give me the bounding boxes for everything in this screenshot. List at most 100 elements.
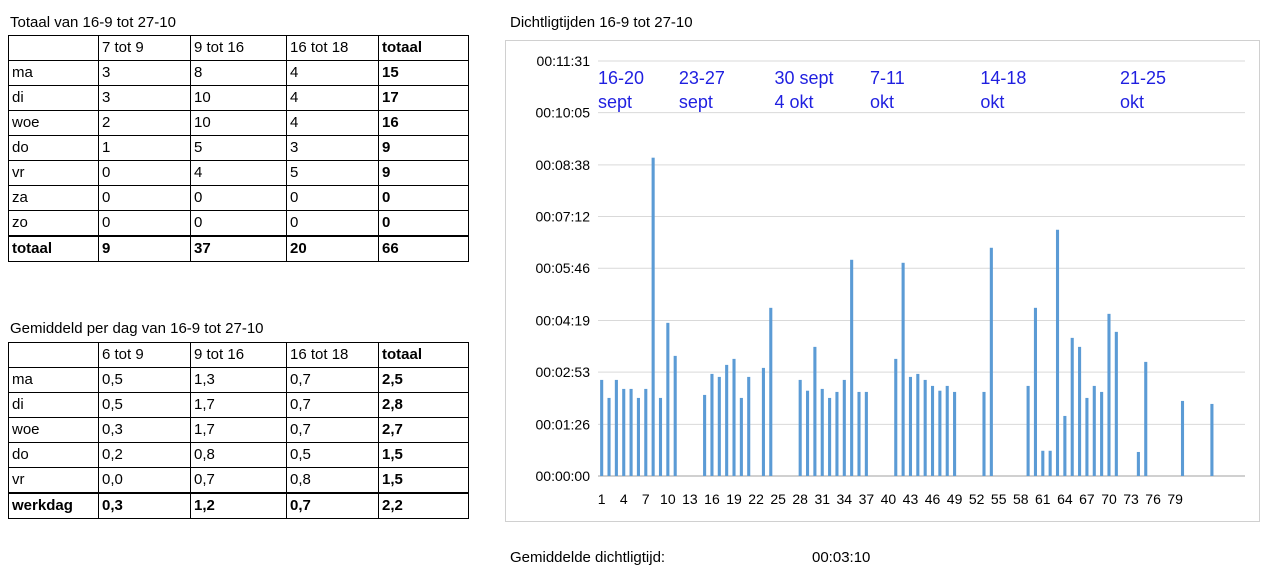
- bar: [908, 376, 913, 476]
- table1-cell: 4: [190, 160, 287, 186]
- week-annotation-line2: sept: [598, 92, 632, 112]
- table1-cell: 0: [190, 210, 287, 237]
- table1-cell: 10: [190, 85, 287, 111]
- x-tick-label: 25: [770, 491, 786, 507]
- table1-cell: 0: [378, 185, 469, 211]
- bar: [945, 385, 949, 476]
- bar: [938, 390, 942, 476]
- bar: [930, 385, 935, 476]
- table2-title: Gemiddeld per dag van 16-9 tot 27-10: [10, 320, 264, 337]
- table1-cell: vr: [8, 160, 99, 186]
- table1-cell: 5: [190, 135, 287, 161]
- x-tick-label: 34: [837, 491, 853, 507]
- table1-cell: totaal: [8, 235, 99, 262]
- week-annotation-line1: 7-11: [870, 68, 905, 88]
- bar: [717, 376, 721, 476]
- total-row: totaal 9 37 20 66: [8, 235, 469, 262]
- x-tick-label: 43: [903, 491, 919, 507]
- totals-table: 7 tot 99 tot 16 16 tot 18 totaal ma 3 8 4 15 di 3…: [8, 35, 469, 262]
- table1-cell: 3: [98, 60, 191, 86]
- table1-cell: 8: [190, 60, 287, 86]
- table1-cell: ma: [8, 60, 99, 86]
- table1-cell: 10: [190, 110, 287, 136]
- table2-cell: 1,5: [378, 467, 469, 494]
- x-tick-label: 52: [969, 491, 985, 507]
- table1-cell: 0: [286, 210, 379, 237]
- table1-cell: 9: [378, 135, 469, 161]
- x-tick-label: 13: [682, 491, 698, 507]
- bar: [842, 379, 846, 476]
- table1-cell: 1: [98, 135, 191, 161]
- table1-cell: 0: [98, 210, 191, 237]
- table1-cell: 2: [98, 110, 191, 136]
- bar: [769, 307, 773, 476]
- table2-cell: 2,7: [378, 417, 469, 443]
- table2-cell: di: [8, 392, 99, 418]
- table1-cell: 17: [378, 85, 469, 111]
- table-row: do 1 5 3 9: [8, 135, 469, 161]
- x-tick-label: 31: [814, 491, 830, 507]
- table1-cell: za: [8, 185, 99, 211]
- table2-cell: 0,3: [98, 492, 191, 519]
- bar: [901, 262, 905, 476]
- x-tick-label: 73: [1123, 491, 1139, 507]
- week-annotation-line1: 21-25: [1120, 68, 1166, 88]
- bar: [1136, 451, 1140, 476]
- week-annotation-line1: 30 sept: [774, 68, 833, 88]
- dichtligtijden-chart: 00:00:00 00:01:26 00:02:53 00:04:19 00:05:46…: [505, 40, 1260, 522]
- bar: [644, 388, 648, 476]
- week-annotation-line1: 14-18: [980, 68, 1026, 88]
- table2-cell: [8, 342, 99, 368]
- bar: [1033, 307, 1038, 476]
- bar: [1026, 385, 1030, 476]
- x-tick-label: 28: [792, 491, 808, 507]
- bar: [739, 397, 743, 476]
- table1-cell: [8, 35, 99, 61]
- table1-cell: zo: [8, 210, 99, 237]
- x-tick-label: 61: [1035, 491, 1051, 507]
- average-value: 00:03:10: [812, 549, 871, 566]
- table-row: ma 0,5 1,3 0,7 2,5: [8, 367, 469, 393]
- x-tick-label: 16: [704, 491, 720, 507]
- bar: [982, 391, 986, 476]
- table1-cell: 66: [378, 235, 469, 262]
- x-tick-label: 64: [1057, 491, 1073, 507]
- table2-cell: 9 tot 16: [190, 342, 287, 368]
- x-tick-label: 58: [1013, 491, 1029, 507]
- table2-cell: 2,2: [378, 492, 469, 519]
- table1-cell: 9: [378, 160, 469, 186]
- week-annotation-line1: 23-27: [679, 68, 725, 88]
- bar: [1210, 403, 1214, 476]
- bar: [864, 391, 868, 476]
- x-tick-label: 40: [881, 491, 897, 507]
- week-annotation-line2: sept: [679, 92, 713, 112]
- table2-cell: 2,8: [378, 392, 469, 418]
- table2-cell: 0,5: [98, 367, 191, 393]
- table1-cell: 15: [378, 60, 469, 86]
- bar: [1070, 337, 1074, 476]
- bar: [607, 397, 611, 476]
- table1-title: Totaal van 16-9 tot 27-10: [10, 14, 176, 31]
- table1-cell: 37: [190, 235, 287, 262]
- table1-cell: woe: [8, 110, 99, 136]
- bar: [1092, 385, 1096, 476]
- bar: [1114, 331, 1118, 476]
- table-row: vr 0,0 0,7 0,8 1,5: [8, 467, 469, 494]
- bar: [1100, 391, 1104, 476]
- table1-cell: 16 tot 18: [286, 35, 379, 61]
- x-tick-label: 22: [748, 491, 764, 507]
- table-row: do 0,2 0,8 0,5 1,5: [8, 442, 469, 468]
- x-tick-label: 67: [1079, 491, 1095, 507]
- bar: [857, 391, 861, 476]
- table-row: za 0 0 0 0: [8, 185, 469, 211]
- table1-cell: 4: [286, 85, 379, 111]
- table2-cell: woe: [8, 417, 99, 443]
- bar: [989, 247, 993, 476]
- table2-cell: 0,7: [286, 417, 379, 443]
- y-tick-label: 00:01:26: [536, 416, 591, 432]
- bar: [1107, 313, 1111, 476]
- y-tick-label: 00:07:12: [536, 209, 591, 225]
- bar: [614, 379, 618, 476]
- bar: [813, 346, 817, 476]
- table2-cell: 0,7: [286, 392, 379, 418]
